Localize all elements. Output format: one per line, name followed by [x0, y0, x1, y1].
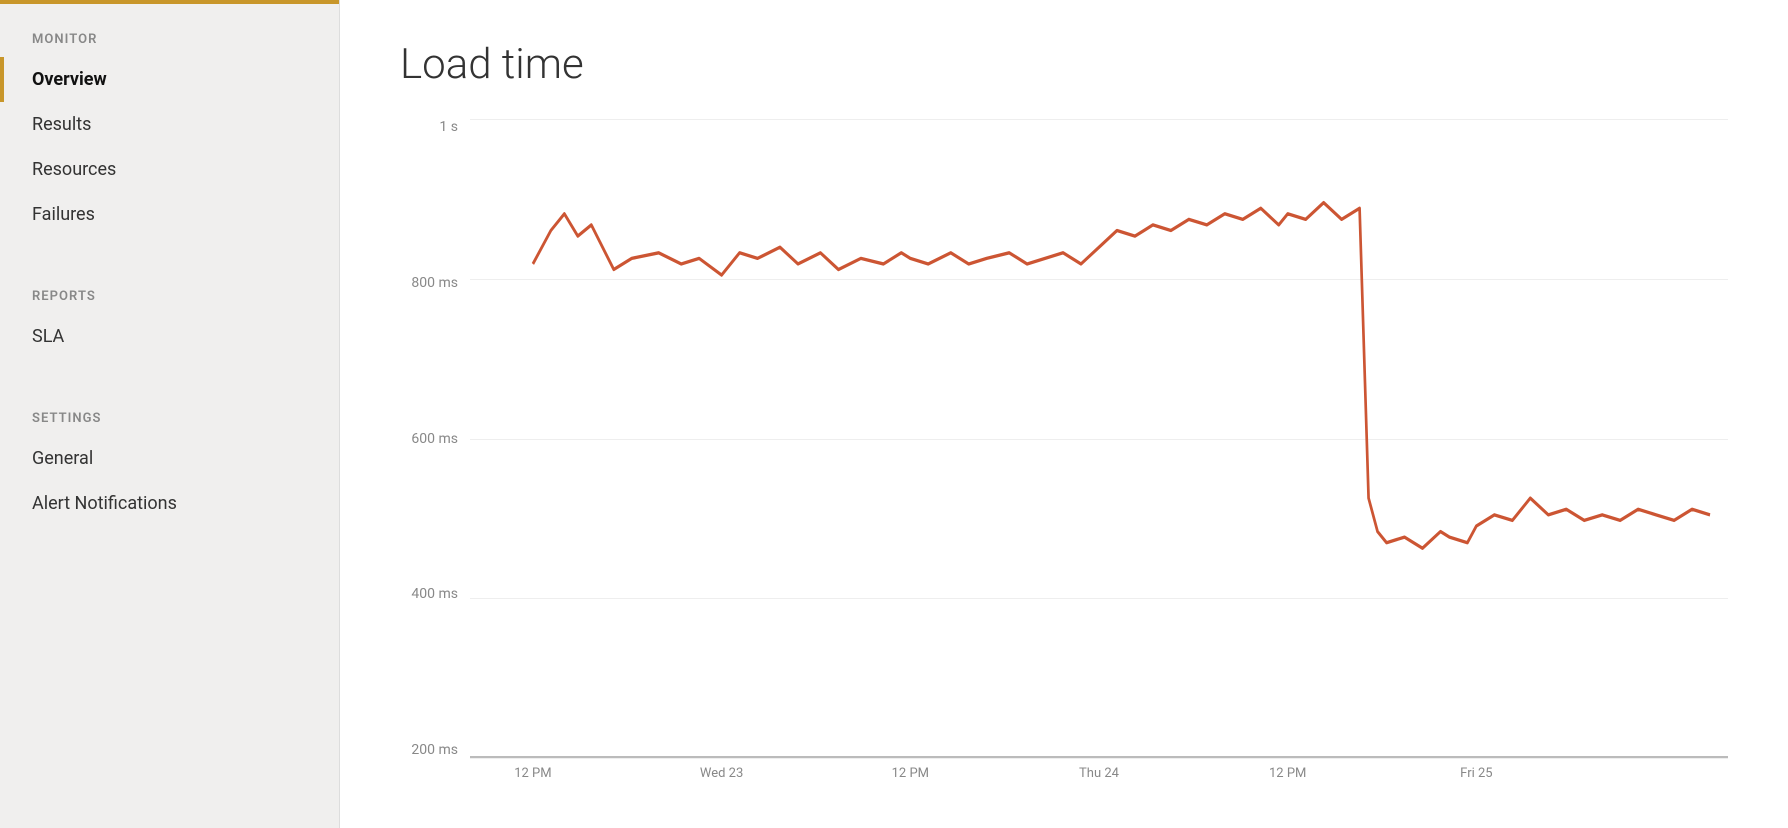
x-label-12pm-2: 12 PM — [892, 766, 929, 781]
x-label-thu24: Thu 24 — [1079, 766, 1119, 781]
chart-svg — [470, 119, 1728, 788]
sidebar-item-results[interactable]: Results — [0, 102, 339, 147]
sla-label: SLA — [32, 326, 64, 347]
sidebar-item-failures[interactable]: Failures — [0, 192, 339, 237]
x-label-12pm-1: 12 PM — [514, 766, 551, 781]
top-accent — [0, 0, 339, 4]
x-label-fri25: Fri 25 — [1460, 766, 1492, 781]
alert-notifications-label: Alert Notifications — [32, 493, 177, 514]
general-label: General — [32, 448, 93, 469]
monitor-section-label: MONITOR — [0, 0, 339, 57]
x-label-12pm-3: 12 PM — [1269, 766, 1306, 781]
overview-label: Overview — [32, 69, 107, 90]
sidebar-item-general[interactable]: General — [0, 436, 339, 481]
results-label: Results — [32, 114, 91, 135]
chart-plot: 12 PM Wed 23 12 PM Thu 24 12 PM Fri 25 — [470, 119, 1728, 788]
chart-title: Load time — [400, 40, 1728, 89]
y-label-200ms: 200 ms — [400, 742, 470, 758]
chart-line — [533, 203, 1710, 549]
x-label-wed23: Wed 23 — [700, 766, 743, 781]
sidebar-item-alert-notifications[interactable]: Alert Notifications — [0, 481, 339, 526]
x-axis-labels: 12 PM Wed 23 12 PM Thu 24 12 PM Fri 25 — [470, 758, 1728, 788]
main-content: Load time 1 s 800 ms 600 ms 400 ms 200 m… — [340, 0, 1788, 828]
resources-label: Resources — [32, 159, 116, 180]
failures-label: Failures — [32, 204, 95, 225]
settings-section-label: SETTINGS — [0, 379, 339, 436]
y-label-600ms: 600 ms — [400, 431, 470, 447]
sidebar: MONITOR Overview Results Resources Failu… — [0, 0, 340, 828]
chart-container: 1 s 800 ms 600 ms 400 ms 200 ms — [400, 119, 1728, 788]
sidebar-item-overview[interactable]: Overview — [0, 57, 339, 102]
y-label-1s: 1 s — [400, 119, 470, 135]
chart-area: 1 s 800 ms 600 ms 400 ms 200 ms — [400, 119, 1728, 788]
y-label-400ms: 400 ms — [400, 586, 470, 602]
sidebar-item-sla[interactable]: SLA — [0, 314, 339, 359]
reports-section-label: REPORTS — [0, 257, 339, 314]
sidebar-item-resources[interactable]: Resources — [0, 147, 339, 192]
y-axis: 1 s 800 ms 600 ms 400 ms 200 ms — [400, 119, 470, 788]
y-label-800ms: 800 ms — [400, 275, 470, 291]
